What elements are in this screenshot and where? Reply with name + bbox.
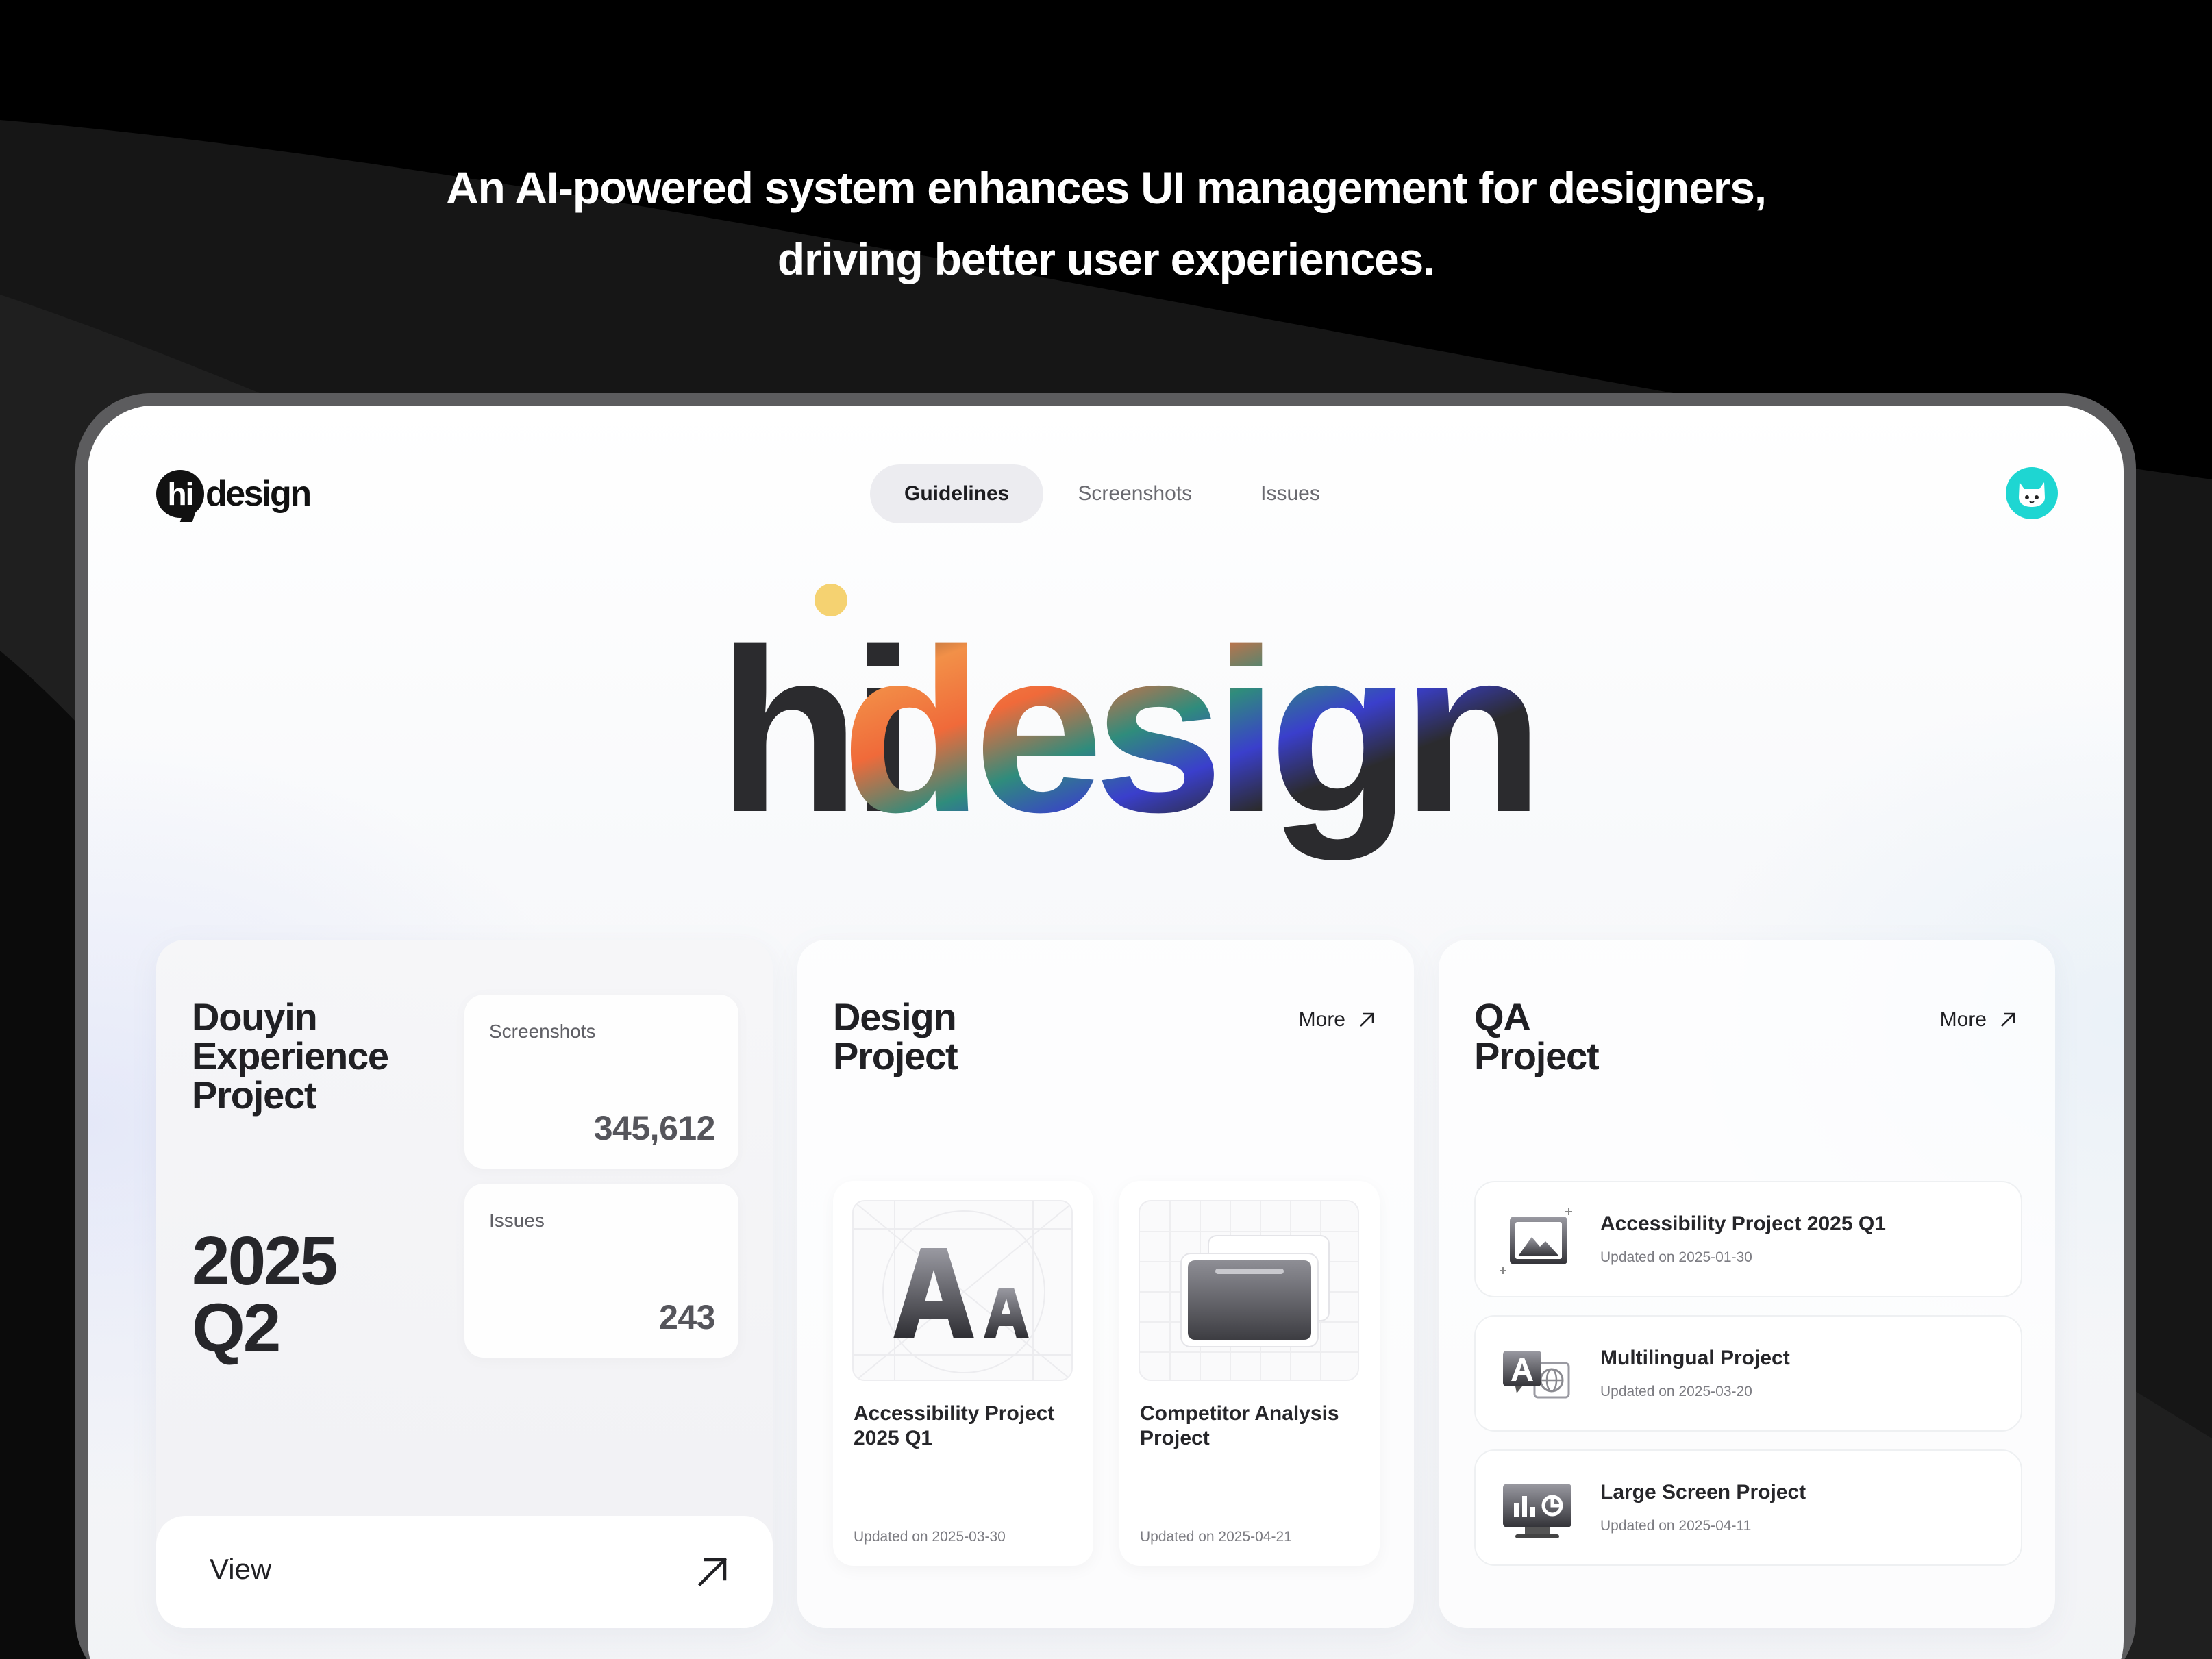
monitor-chart-icon (1503, 1484, 1571, 1538)
qa-list-item[interactable]: Multilingual Project Updated on 2025-03-… (1474, 1315, 2022, 1432)
more-label: More (1939, 1008, 1987, 1031)
period-year: 2025 (192, 1223, 338, 1299)
translate-icon (1503, 1351, 1570, 1399)
period: 2025 Q2 (192, 1227, 397, 1362)
arrow-up-right-icon (697, 1557, 728, 1587)
arrow-up-right-icon (2001, 1012, 2015, 1027)
image-icon (1500, 1208, 1572, 1274)
design-title-line-1: Design (833, 995, 957, 1038)
summary-card: Douyin Experience Project 2025 Q2 Screen… (156, 940, 773, 1628)
design-title-line-2: Project (833, 1034, 958, 1077)
app-window: hi design Guidelines Screenshots Issues (88, 406, 2124, 1659)
stat-screenshots[interactable]: Screenshots 345,612 (464, 995, 738, 1169)
row-name: Accessibility Project 2025 Q1 (1600, 1212, 1886, 1235)
tile-name: Accessibility Project 2025 Q1 (854, 1402, 1055, 1449)
view-button[interactable]: View (156, 1516, 773, 1628)
design-tile[interactable]: Competitor Analysis Project Updated on 2… (1119, 1181, 1380, 1566)
design-more-link[interactable]: More (1299, 1008, 1377, 1032)
qa-title-line-1: QA (1474, 995, 1531, 1038)
row-updated: Updated on 2025-01-30 (1600, 1249, 1752, 1265)
summary-title: Douyin Experience Project (192, 995, 389, 1117)
stat-issues[interactable]: Issues 243 (464, 1184, 738, 1358)
qa-list-item[interactable]: Large Screen Project Updated on 2025-04-… (1474, 1449, 2022, 1566)
design-project-card: Design Project More Accessibility Projec… (797, 940, 1414, 1628)
qa-project-card: QA Project More Accessibility Project 20… (1439, 940, 2055, 1628)
tile-name: Competitor Analysis Project (1140, 1402, 1339, 1449)
row-name: Multilingual Project (1600, 1347, 1790, 1369)
tile-thumbnail (852, 1200, 1073, 1381)
stat-value: 345,612 (593, 1109, 716, 1147)
tagline: An AI-powered system enhances UI managem… (0, 152, 2212, 295)
period-quarter: Q2 (192, 1290, 281, 1367)
stat-label: Screenshots (489, 1021, 596, 1042)
qa-more-link[interactable]: More (1940, 1008, 2018, 1032)
stat-label: Issues (489, 1210, 545, 1231)
stat-value: 243 (659, 1298, 715, 1336)
tile-updated: Updated on 2025-04-21 (1140, 1529, 1292, 1545)
design-tile[interactable]: Accessibility Project 2025 Q1 Updated on… (833, 1181, 1093, 1566)
more-label: More (1298, 1008, 1345, 1031)
qa-title-line-2: Project (1474, 1034, 1600, 1077)
tagline-line-1: An AI-powered system enhances UI managem… (446, 162, 1767, 213)
qa-project-title: QA Project (1474, 997, 1762, 1075)
qa-list-item[interactable]: Accessibility Project 2025 Q1 Updated on… (1474, 1181, 2022, 1297)
typography-icon (854, 1201, 1071, 1380)
tile-updated: Updated on 2025-03-30 (854, 1529, 1006, 1545)
row-name: Large Screen Project (1600, 1481, 1806, 1504)
design-project-title: Design Project (833, 997, 1121, 1075)
stacked-windows-icon (1140, 1201, 1358, 1380)
hero-design: design (841, 601, 1534, 862)
row-updated: Updated on 2025-03-20 (1600, 1384, 1752, 1399)
view-label: View (210, 1553, 272, 1585)
row-updated: Updated on 2025-04-11 (1600, 1518, 1752, 1534)
arrow-up-right-icon (1360, 1012, 1374, 1027)
hero-wordmark: hi design (718, 584, 1544, 862)
tagline-line-2: driving better user experiences. (777, 234, 1436, 284)
tile-thumbnail (1139, 1200, 1359, 1381)
